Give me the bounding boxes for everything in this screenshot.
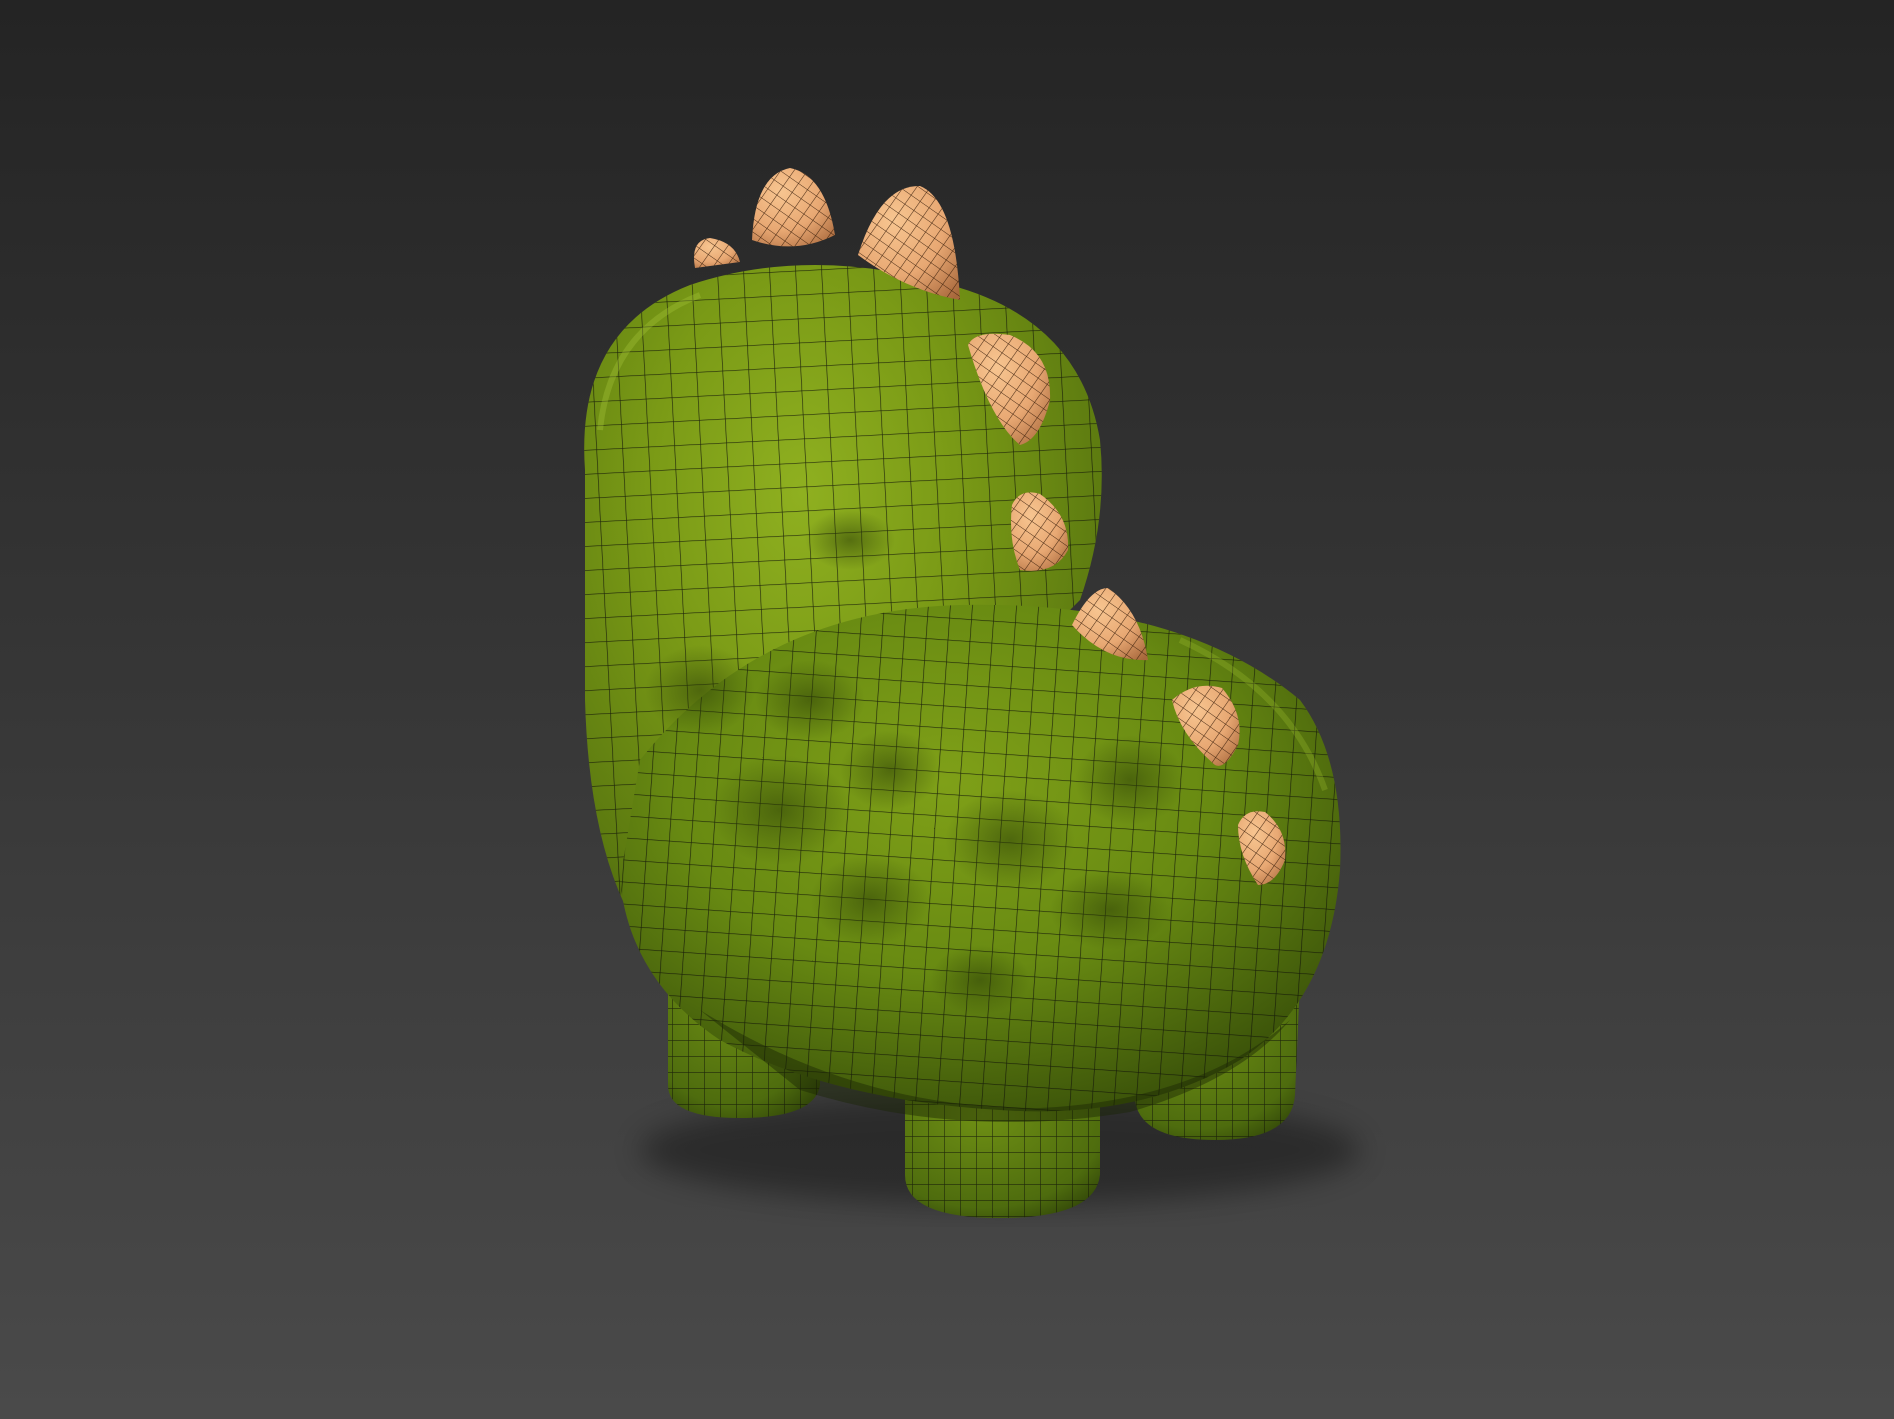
- render-canvas: [0, 0, 1894, 1419]
- 3d-viewport[interactable]: [0, 0, 1894, 1419]
